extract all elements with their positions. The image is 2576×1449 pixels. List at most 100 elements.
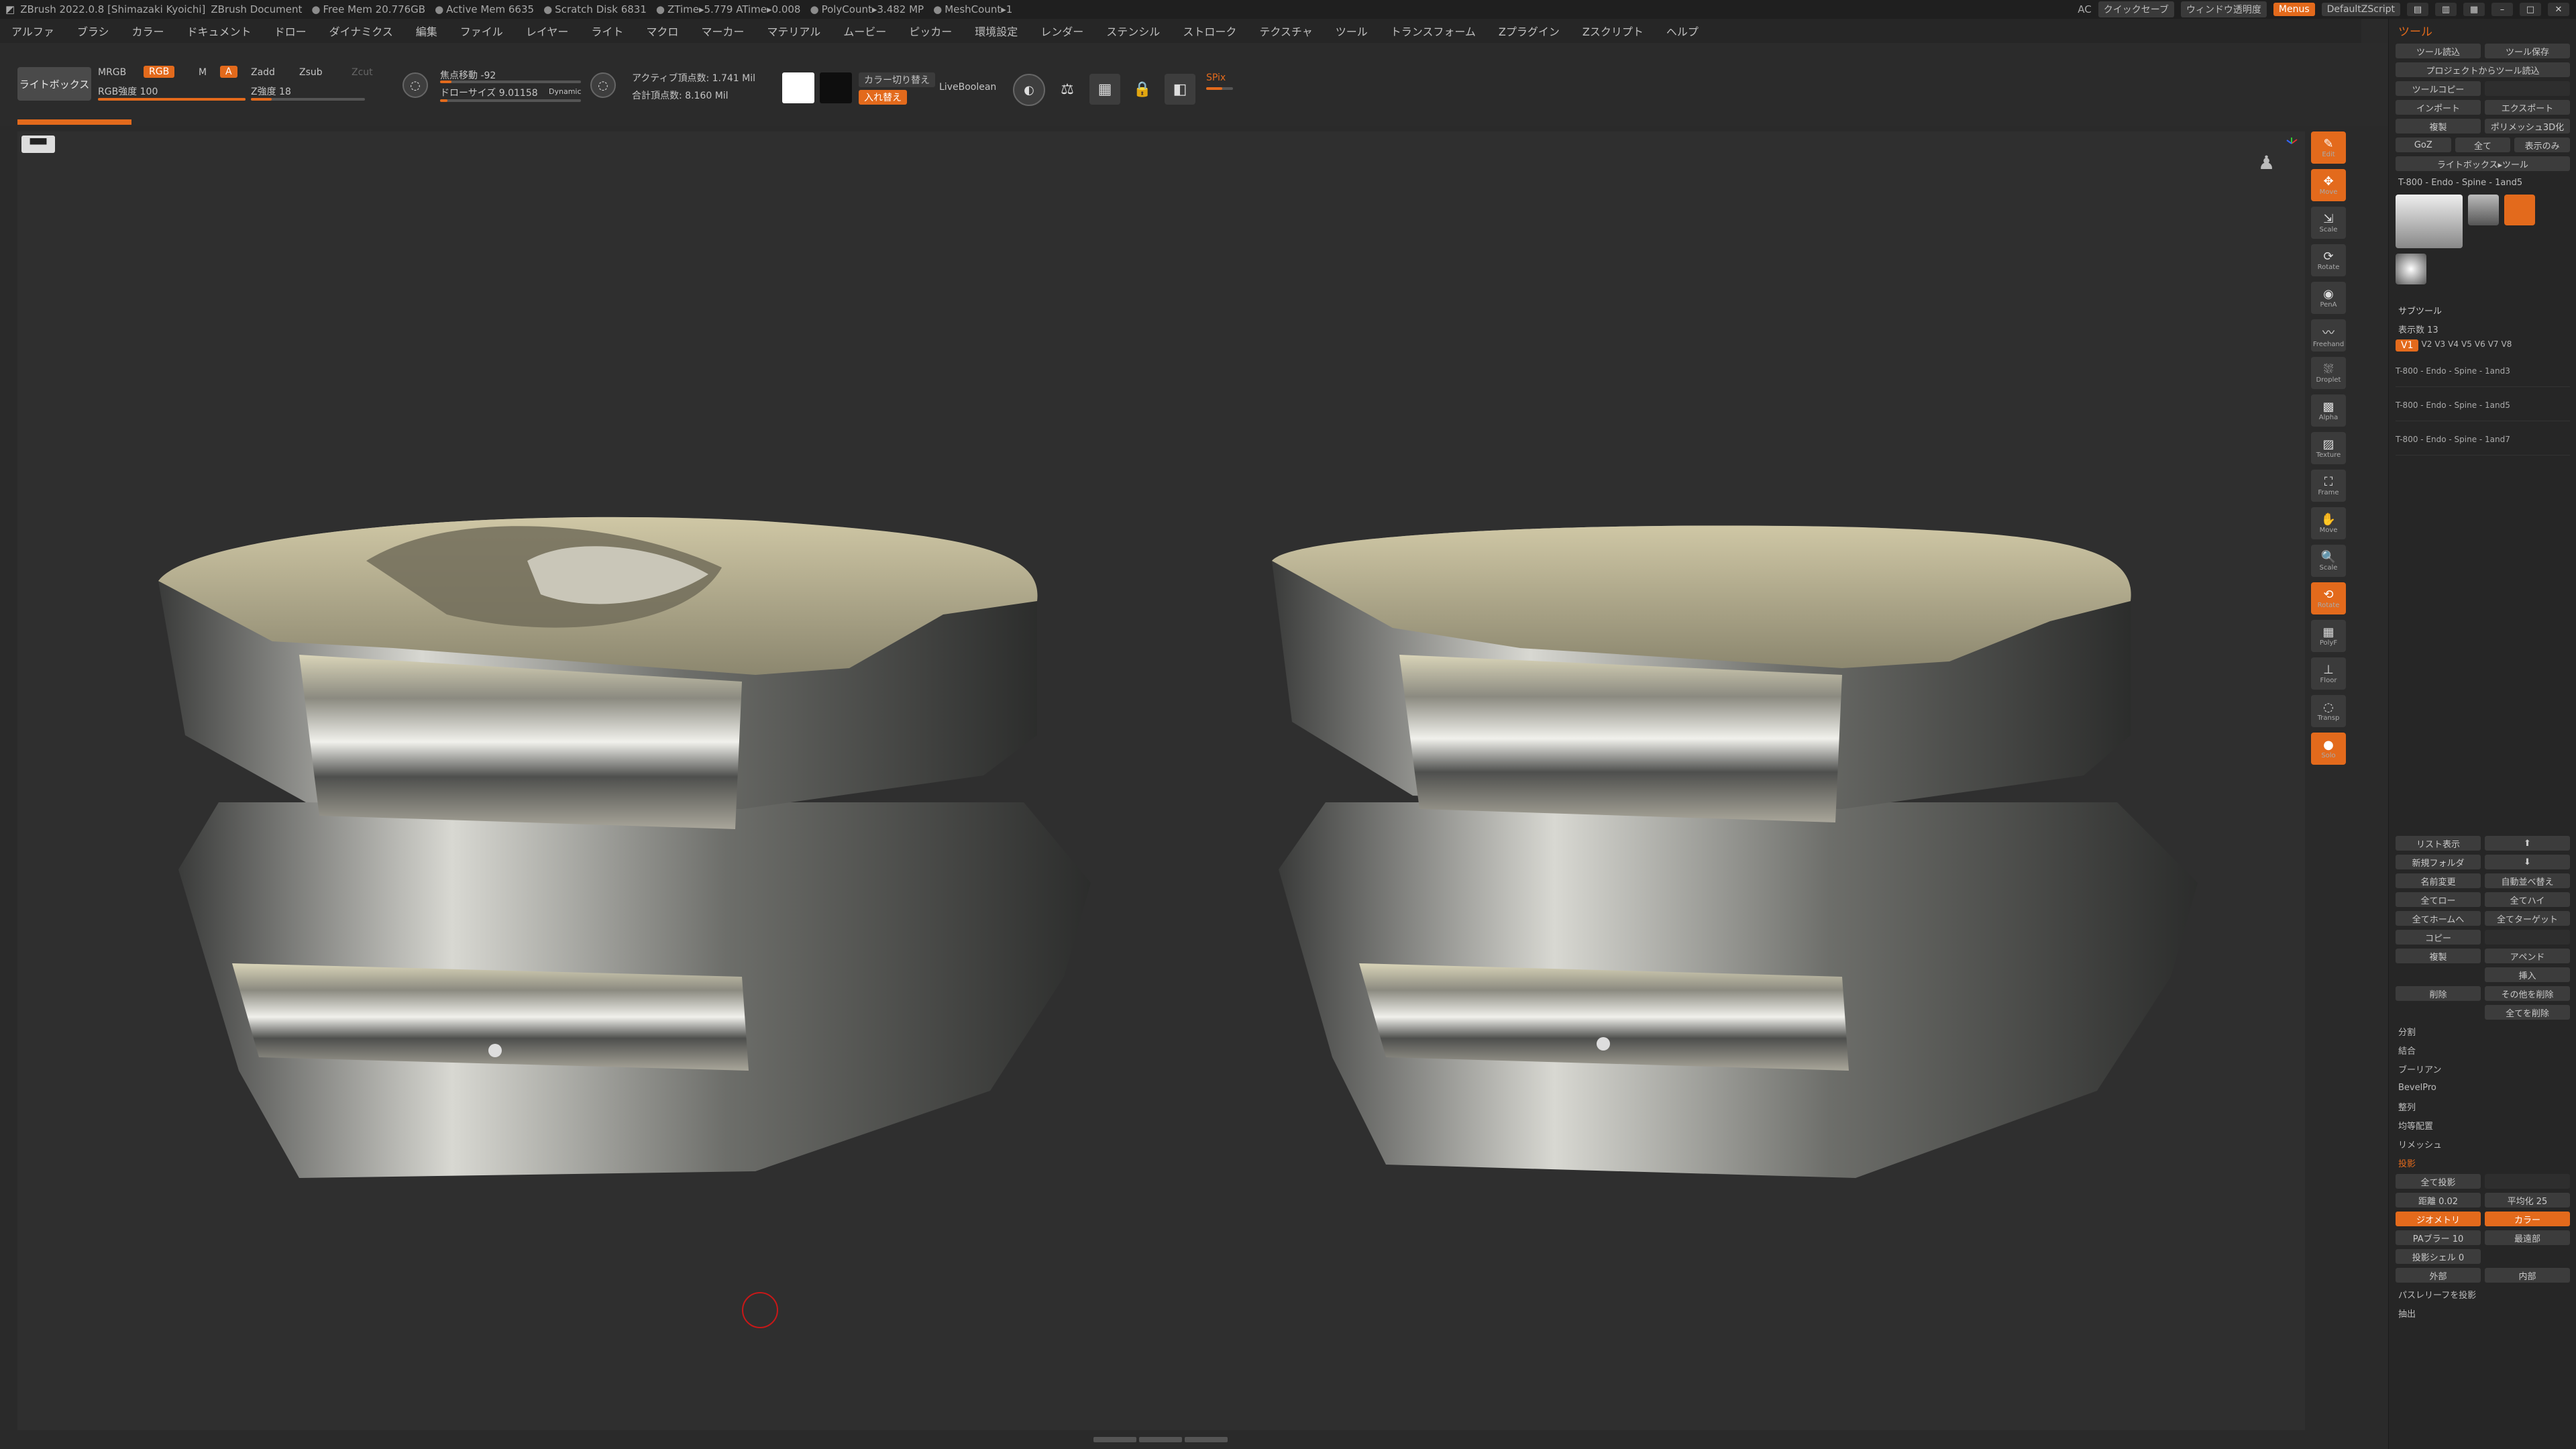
- menu-layer[interactable]: レイヤー: [515, 23, 580, 39]
- all-high-button[interactable]: 全てハイ: [2485, 892, 2570, 907]
- minimize-icon[interactable]: –: [2491, 3, 2513, 16]
- spix-slider[interactable]: [1206, 87, 1233, 90]
- menu-file[interactable]: ファイル: [449, 23, 515, 39]
- menu-draw[interactable]: ドロー: [263, 23, 318, 39]
- menu-picker[interactable]: ピッカー: [898, 23, 963, 39]
- rename-button[interactable]: 名前変更: [2396, 873, 2481, 888]
- layout-icon-2[interactable]: ▥: [2435, 3, 2457, 16]
- color-switch-button[interactable]: カラー切り替え: [859, 72, 935, 87]
- alpha-button[interactable]: ▩ Alpha: [2311, 394, 2346, 427]
- make-polymesh-button[interactable]: ポリメッシュ3D化: [2485, 119, 2570, 133]
- version-v5[interactable]: V5: [2461, 339, 2472, 352]
- project-section[interactable]: 投影: [2389, 1153, 2576, 1172]
- edit-button[interactable]: ✎ Edit: [2311, 131, 2346, 164]
- droplet-button[interactable]: ⛆ Droplet: [2311, 357, 2346, 389]
- import-button[interactable]: インポート: [2396, 100, 2481, 115]
- maximize-icon[interactable]: □: [2520, 3, 2541, 16]
- menu-transform[interactable]: トランスフォーム: [1379, 23, 1487, 39]
- menu-brush[interactable]: ブラシ: [66, 23, 121, 39]
- polyf-button[interactable]: ▦ PolyF: [2311, 620, 2346, 652]
- rgb-toggle[interactable]: RGB: [144, 66, 175, 78]
- project-disabled-button[interactable]: [2485, 1174, 2570, 1189]
- zsub-toggle[interactable]: Zsub: [299, 67, 323, 78]
- move-view-button[interactable]: ✋ Move: [2311, 507, 2346, 539]
- menu-preferences[interactable]: 環境設定: [963, 23, 1029, 39]
- project-bas-relief-button[interactable]: パスレリーフを投影: [2389, 1285, 2576, 1303]
- geometry-toggle[interactable]: ジオメトリ: [2396, 1212, 2481, 1226]
- draw-size-slider[interactable]: [440, 99, 581, 102]
- main-color-swatch[interactable]: [782, 72, 814, 103]
- delete-other-button[interactable]: その他を削除: [2485, 986, 2570, 1001]
- color-toggle[interactable]: カラー: [2485, 1212, 2570, 1226]
- arrow-down-icon[interactable]: ⬇: [2485, 855, 2570, 869]
- menu-render[interactable]: レンダー: [1029, 23, 1095, 39]
- align-section[interactable]: 整列: [2389, 1097, 2576, 1116]
- visible-button[interactable]: 表示のみ: [2514, 138, 2571, 152]
- auto-reorder-button[interactable]: 自動並べ替え: [2485, 873, 2570, 888]
- rotate-button[interactable]: ⟳ Rotate: [2311, 244, 2346, 276]
- mean-slider[interactable]: 平均化 25: [2485, 1193, 2570, 1208]
- menu-stencil[interactable]: ステンシル: [1095, 23, 1171, 39]
- paste-tool-button[interactable]: [2485, 81, 2570, 96]
- boolean-section[interactable]: ブーリアン: [2389, 1059, 2576, 1078]
- menu-movie[interactable]: ムービー: [832, 23, 898, 39]
- duplicate-button[interactable]: 複製: [2396, 949, 2481, 963]
- projection-shell-slider[interactable]: 投影シェル 0: [2396, 1249, 2481, 1264]
- menu-alpha[interactable]: アルファ: [0, 23, 66, 39]
- menus-button[interactable]: Menus: [2273, 3, 2315, 16]
- distribute-section[interactable]: 均等配置: [2389, 1116, 2576, 1134]
- version-v2[interactable]: V2: [2421, 339, 2432, 352]
- secondary-color-swatch[interactable]: [820, 72, 852, 103]
- distance-slider[interactable]: 距離 0.02: [2396, 1193, 2481, 1208]
- menu-stroke[interactable]: ストローク: [1171, 23, 1248, 39]
- menu-help[interactable]: ヘルプ: [1655, 23, 1710, 39]
- symmetry-icon[interactable]: ⚖: [1052, 74, 1083, 105]
- move-button[interactable]: ✥ Move: [2311, 169, 2346, 201]
- zadd-toggle[interactable]: Zadd: [251, 67, 275, 78]
- pena-button[interactable]: ◉ PenA: [2311, 282, 2346, 314]
- all-to-home-button[interactable]: 全てホームへ: [2396, 911, 2481, 926]
- lock-icon[interactable]: 🔒: [1127, 74, 1158, 105]
- menu-zplugin[interactable]: Zプラグイン: [1487, 23, 1571, 39]
- menu-marker[interactable]: マーカー: [690, 23, 755, 39]
- outer-toggle[interactable]: 外部: [2396, 1268, 2481, 1283]
- version-v1[interactable]: V1: [2396, 339, 2419, 352]
- swap-button[interactable]: 入れ替え: [859, 90, 907, 105]
- menu-tool[interactable]: ツール: [1324, 23, 1379, 39]
- menu-dynamics[interactable]: ダイナミクス: [318, 23, 405, 39]
- subtool-item[interactable]: T-800 - Endo - Spine - 1and3: [2396, 356, 2570, 387]
- ac-label[interactable]: AC: [2078, 3, 2091, 15]
- tool-thumb-polymesh[interactable]: [2396, 254, 2426, 284]
- dynamesh-icon[interactable]: ▦: [1089, 74, 1120, 105]
- lightbox-tools-button[interactable]: ライトボックス▸ツール: [2396, 156, 2570, 171]
- save-tool-button[interactable]: ツール保存: [2485, 44, 2570, 58]
- split-section[interactable]: 分割: [2389, 1022, 2576, 1040]
- scale-button[interactable]: ⇲ Scale: [2311, 207, 2346, 239]
- menu-macro[interactable]: マクロ: [635, 23, 690, 39]
- menu-material[interactable]: マテリアル: [755, 23, 832, 39]
- focal-shift-icon[interactable]: ◌: [402, 72, 428, 98]
- version-v4[interactable]: V4: [2448, 339, 2459, 352]
- tool-thumb-cylinder[interactable]: [2468, 195, 2499, 225]
- a-toggle[interactable]: A: [220, 66, 237, 78]
- append-button[interactable]: アペンド: [2485, 949, 2570, 963]
- subtool-header[interactable]: サブツール: [2389, 301, 2576, 319]
- copy-button[interactable]: コピー: [2396, 930, 2481, 945]
- pa-blur-slider[interactable]: PAブラー 10: [2396, 1230, 2481, 1245]
- remesh-section[interactable]: リメッシュ: [2389, 1134, 2576, 1153]
- list-all-button[interactable]: リスト表示: [2396, 836, 2481, 851]
- farthest-toggle[interactable]: 最遠部: [2485, 1230, 2570, 1245]
- liveboolean-toggle[interactable]: LiveBoolean: [939, 82, 996, 93]
- sculptris-icon[interactable]: ◐: [1013, 74, 1045, 106]
- goz-button[interactable]: GoZ: [2396, 138, 2451, 152]
- quicksave-button[interactable]: クイックセーブ: [2098, 1, 2174, 17]
- default-zscript-button[interactable]: DefaultZScript: [2321, 3, 2400, 16]
- tool-palette-title[interactable]: ツール: [2389, 19, 2576, 42]
- freehand-button[interactable]: 〰 Freehand: [2311, 319, 2346, 352]
- new-folder-button[interactable]: 新規フォルダ: [2396, 855, 2481, 869]
- model-render[interactable]: [17, 131, 2305, 1430]
- frame-button[interactable]: ⛶ Frame: [2311, 470, 2346, 502]
- material-icon[interactable]: ◧: [1165, 74, 1195, 105]
- load-tool-button[interactable]: ツール読込: [2396, 44, 2481, 58]
- dynamic-icon[interactable]: ◌: [590, 72, 616, 98]
